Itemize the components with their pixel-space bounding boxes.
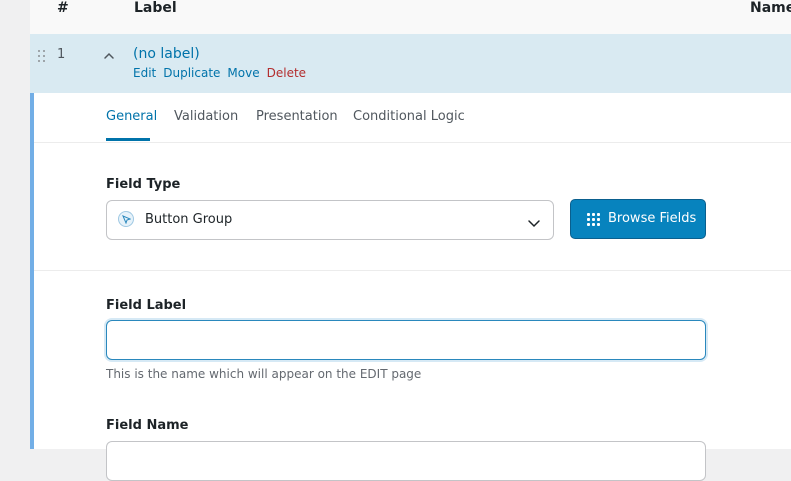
tab-presentation[interactable]: Presentation: [256, 109, 338, 124]
field-row[interactable]: 1 (no label) Edit Duplicate Move Delete: [30, 34, 791, 93]
row-actions: Edit Duplicate Move Delete: [133, 66, 313, 80]
delete-link[interactable]: Delete: [267, 66, 306, 80]
edit-link[interactable]: Edit: [133, 66, 156, 80]
field-name-input[interactable]: [106, 441, 706, 481]
browse-fields-button[interactable]: Browse Fields: [570, 199, 706, 239]
column-header-number: #: [57, 0, 69, 16]
field-name-heading: Field Name: [106, 418, 189, 433]
drag-handle-icon[interactable]: [38, 50, 48, 64]
move-link[interactable]: Move: [227, 66, 259, 80]
fields-panel: # Label Name 1 (no label) Edit Duplicate M…: [30, 0, 791, 481]
field-title-link[interactable]: (no label): [133, 46, 200, 62]
chevron-up-icon[interactable]: [102, 48, 116, 62]
field-settings: General Validation Presentation Conditio…: [30, 93, 791, 481]
button-group-icon: [118, 211, 134, 227]
section-divider: [34, 270, 791, 271]
active-tab-indicator: [106, 138, 150, 141]
browse-fields-label: Browse Fields: [608, 211, 697, 226]
tab-conditional-logic[interactable]: Conditional Logic: [353, 109, 465, 124]
grid-icon: [587, 213, 600, 226]
admin-sidebar-edge: [0, 0, 30, 449]
field-type-select[interactable]: Button Group: [106, 200, 554, 240]
column-header-name: Name: [750, 0, 791, 16]
settings-tabs: General Validation Presentation Conditio…: [34, 93, 791, 143]
tab-general[interactable]: General: [106, 109, 157, 124]
field-type-value: Button Group: [145, 212, 233, 227]
fields-table-header: # Label Name: [30, 0, 791, 35]
duplicate-link[interactable]: Duplicate: [163, 66, 220, 80]
column-header-label: Label: [134, 0, 177, 16]
chevron-down-icon: [527, 214, 541, 233]
field-label-input[interactable]: [106, 320, 706, 360]
tab-validation[interactable]: Validation: [174, 109, 238, 124]
field-label-help: This is the name which will appear on th…: [106, 367, 422, 381]
field-label-heading: Field Label: [106, 298, 187, 313]
field-order-number: 1: [57, 47, 66, 62]
field-type-label: Field Type: [106, 177, 181, 192]
